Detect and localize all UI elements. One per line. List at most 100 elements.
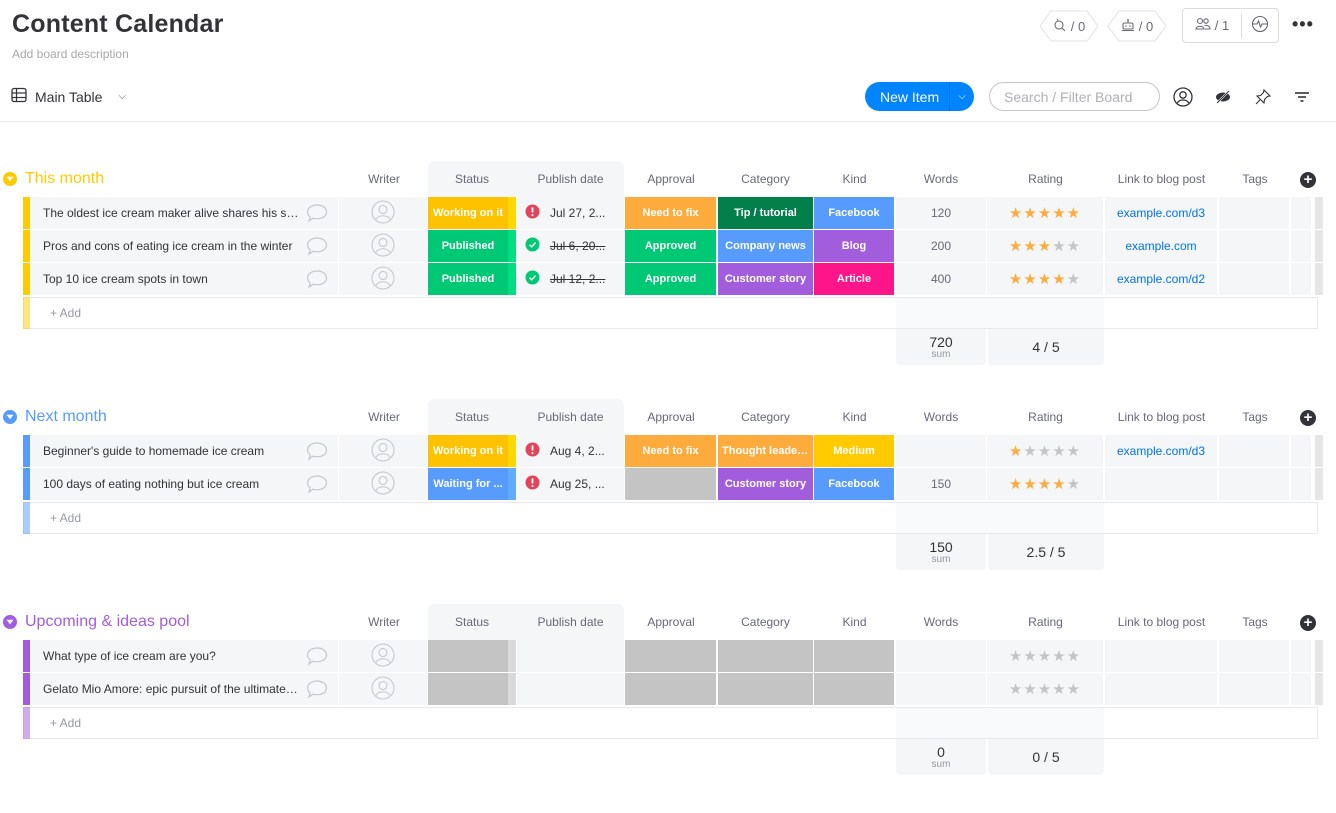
star-icon[interactable]: ★ <box>1023 205 1037 222</box>
table-row[interactable]: 100 days of eating nothing but ice cream… <box>23 468 1328 500</box>
rating-cell[interactable]: ★★★★★ <box>987 263 1103 295</box>
star-icon[interactable]: ★ <box>1038 476 1052 493</box>
item-name[interactable]: Beginner's guide to homemade ice cream <box>43 444 299 458</box>
column-header-date[interactable]: Publish date <box>517 399 624 434</box>
category-cell[interactable] <box>718 640 813 672</box>
column-header-category[interactable]: Category <box>718 399 813 434</box>
group-title-text[interactable]: This month <box>25 170 104 188</box>
activity-button[interactable] <box>1242 9 1278 42</box>
approval-cell[interactable]: Approved <box>625 230 716 262</box>
item-name-cell[interactable]: 100 days of eating nothing but ice cream <box>30 468 338 500</box>
tags-cell[interactable] <box>1219 197 1289 229</box>
publish-date-cell[interactable] <box>517 640 624 672</box>
status-cell[interactable] <box>428 673 516 705</box>
star-rating[interactable]: ★★★★★ <box>1009 237 1081 255</box>
star-icon[interactable]: ★ <box>1067 271 1081 288</box>
star-icon[interactable]: ★ <box>1038 238 1052 255</box>
status-cell[interactable]: Working on it <box>428 435 516 467</box>
person-filter-icon[interactable] <box>1172 86 1194 108</box>
category-cell[interactable]: Thought leader... <box>718 435 813 467</box>
status-cell[interactable]: Published <box>428 263 516 295</box>
item-name-cell[interactable]: Top 10 ice cream spots in town <box>30 263 338 295</box>
person-placeholder-icon[interactable] <box>371 199 395 227</box>
add-item-input[interactable]: + Add <box>50 306 81 320</box>
column-header-date[interactable]: Publish date <box>517 604 624 639</box>
column-header-tags[interactable]: Tags <box>1219 604 1291 639</box>
star-icon[interactable]: ★ <box>1038 681 1052 698</box>
column-header-rating[interactable]: Rating <box>987 399 1104 434</box>
words-cell[interactable]: 400 <box>896 263 986 295</box>
chevron-down-icon[interactable]: ⌵ <box>950 91 974 102</box>
star-icon[interactable]: ★ <box>1038 648 1052 665</box>
star-icon[interactable]: ★ <box>1067 205 1081 222</box>
kind-cell[interactable]: Medium <box>814 435 894 467</box>
kind-cell[interactable] <box>814 673 894 705</box>
group-title[interactable]: Next month <box>3 408 107 426</box>
star-icon[interactable]: ★ <box>1067 681 1081 698</box>
star-icon[interactable]: ★ <box>1009 443 1023 460</box>
search-input[interactable] <box>989 82 1160 111</box>
table-row[interactable]: Gelato Mio Amore: epic pursuit of the ul… <box>23 673 1328 705</box>
writer-cell[interactable] <box>339 263 427 295</box>
star-icon[interactable]: ★ <box>1023 271 1037 288</box>
column-header-category[interactable]: Category <box>718 604 813 639</box>
star-icon[interactable]: ★ <box>1009 681 1023 698</box>
group-title[interactable]: Upcoming & ideas pool <box>3 613 190 631</box>
blog-post-link[interactable]: example.com <box>1125 239 1196 253</box>
star-rating[interactable]: ★★★★★ <box>1009 204 1081 222</box>
item-name[interactable]: What type of ice cream are you? <box>43 649 299 663</box>
view-tab-main-table[interactable]: Main Table ⌵ <box>11 87 126 106</box>
add-item-row[interactable]: + Add <box>23 707 1318 739</box>
column-header-rating[interactable]: Rating <box>987 161 1104 196</box>
column-header-kind[interactable]: Kind <box>814 399 895 434</box>
star-icon[interactable]: ★ <box>1038 205 1052 222</box>
item-name-cell[interactable]: The oldest ice cream maker alive shares … <box>30 197 338 229</box>
category-cell[interactable]: Company news <box>718 230 813 262</box>
star-icon[interactable]: ★ <box>1023 648 1037 665</box>
blog-post-link[interactable]: example.com/d3 <box>1117 206 1205 220</box>
filter-icon[interactable] <box>1291 86 1313 108</box>
publish-date-cell[interactable]: Jul 6, 20... <box>517 230 624 262</box>
column-header-date[interactable]: Publish date <box>517 161 624 196</box>
add-column-icon[interactable]: + <box>1300 172 1316 188</box>
writer-cell[interactable] <box>339 435 427 467</box>
publish-date-cell[interactable] <box>517 673 624 705</box>
column-header-tags[interactable]: Tags <box>1219 399 1291 434</box>
rating-cell[interactable]: ★★★★★ <box>987 230 1103 262</box>
category-cell[interactable]: Customer story <box>718 263 813 295</box>
group-title[interactable]: This month <box>3 170 104 188</box>
approval-cell[interactable] <box>625 640 716 672</box>
link-cell[interactable]: example.com/d3 <box>1105 197 1217 229</box>
column-header-status[interactable]: Status <box>428 604 516 639</box>
table-row[interactable]: Beginner's guide to homemade ice cream Wo… <box>23 435 1328 467</box>
add-item-input[interactable]: + Add <box>50 716 81 730</box>
item-name-cell[interactable]: What type of ice cream are you? <box>30 640 338 672</box>
star-icon[interactable]: ★ <box>1067 648 1081 665</box>
star-icon[interactable]: ★ <box>1067 476 1081 493</box>
star-icon[interactable]: ★ <box>1009 648 1023 665</box>
add-item-input[interactable]: + Add <box>50 511 81 525</box>
person-placeholder-icon[interactable] <box>371 437 395 465</box>
star-rating[interactable]: ★★★★★ <box>1009 270 1081 288</box>
board-title[interactable]: Content Calendar <box>12 10 224 39</box>
item-name[interactable]: Top 10 ice cream spots in town <box>43 272 299 286</box>
approval-cell[interactable]: Need to fix <box>625 197 716 229</box>
star-icon[interactable]: ★ <box>1009 238 1023 255</box>
star-icon[interactable]: ★ <box>1038 443 1052 460</box>
tags-cell[interactable] <box>1219 230 1289 262</box>
column-header-approval[interactable]: Approval <box>625 161 717 196</box>
star-icon[interactable]: ★ <box>1038 271 1052 288</box>
tags-cell[interactable] <box>1219 640 1289 672</box>
link-cell[interactable]: example.com <box>1105 230 1217 262</box>
link-cell[interactable]: example.com/d2 <box>1105 263 1217 295</box>
column-header-words[interactable]: Words <box>896 399 986 434</box>
column-header-kind[interactable]: Kind <box>814 161 895 196</box>
item-name[interactable]: 100 days of eating nothing but ice cream <box>43 477 299 491</box>
table-row[interactable]: The oldest ice cream maker alive shares … <box>23 197 1328 229</box>
collapse-toggle-icon[interactable] <box>3 172 17 186</box>
rating-cell[interactable]: ★★★★★ <box>987 673 1103 705</box>
approval-cell[interactable]: Approved <box>625 263 716 295</box>
add-column-icon[interactable]: + <box>1300 615 1316 631</box>
integrations-button[interactable]: / 0 <box>1039 10 1099 42</box>
column-header-link[interactable]: Link to blog post <box>1105 399 1218 434</box>
